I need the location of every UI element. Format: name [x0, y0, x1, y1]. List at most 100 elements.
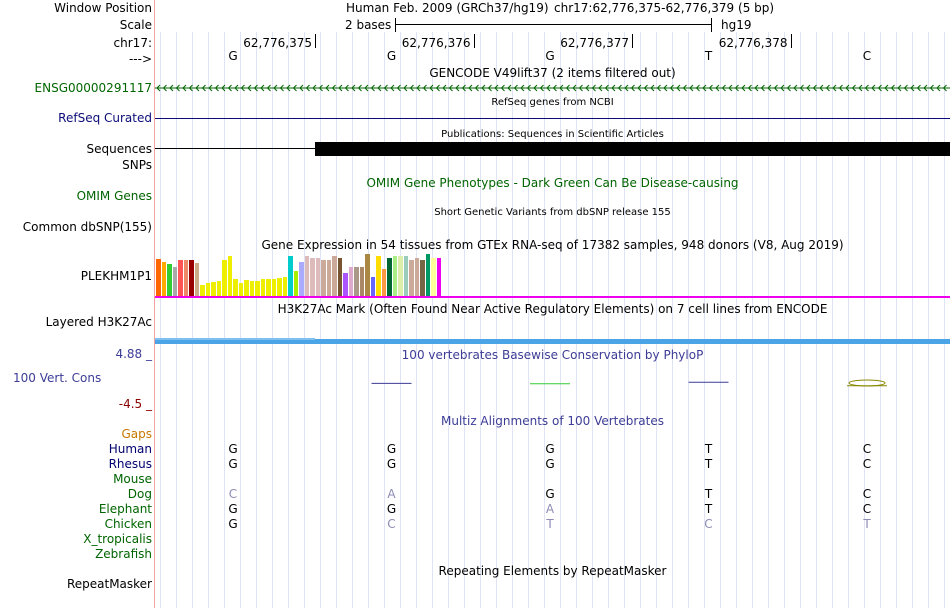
aligned-base: G	[386, 502, 397, 516]
gtex-tissue-bar[interactable]	[266, 279, 271, 296]
gtex-tissue-bar[interactable]	[222, 260, 227, 296]
gtex-tissue-bar[interactable]	[315, 258, 321, 296]
cons-signal[interactable]	[155, 360, 950, 412]
refseq-gene-line[interactable]	[155, 118, 950, 119]
gtex-tissue-bar[interactable]	[244, 280, 249, 296]
gtex-tissue-bar[interactable]	[288, 256, 293, 296]
assembly-label: Human Feb. 2009 (GRCh37/hg19)	[346, 1, 549, 15]
gtex-tissue-bar[interactable]	[392, 256, 398, 296]
h3k27ac-track-label[interactable]: Layered H3K27Ac	[46, 315, 152, 329]
dna-base: G	[386, 49, 397, 63]
aligned-base: G	[386, 457, 397, 471]
gtex-tissue-bar[interactable]	[343, 273, 348, 296]
gtex-tissue-bar[interactable]	[167, 264, 172, 296]
gtex-tissue-bar[interactable]	[425, 254, 431, 296]
gtex-track-label[interactable]: PLEKHM1P1	[81, 269, 152, 283]
gtex-tissue-bar[interactable]	[282, 277, 288, 296]
aligned-base: C	[704, 517, 713, 531]
gtex-tissue-bar[interactable]	[436, 258, 442, 296]
track-image[interactable]: Human Feb. 2009 (GRCh37/hg19) chr17:62,7…	[155, 0, 950, 608]
gtex-tissue-bar[interactable]	[161, 262, 167, 296]
gtex-tissue-bar[interactable]	[332, 256, 337, 296]
gtex-tissue-bar[interactable]	[326, 260, 332, 296]
gtex-tissue-bar[interactable]	[233, 279, 238, 296]
gtex-tissue-bar[interactable]	[200, 285, 205, 296]
gencode-track-label[interactable]: ENSG00000291117	[35, 81, 152, 95]
ruler-tick	[790, 34, 792, 48]
gtex-tissue-bar[interactable]	[354, 267, 359, 296]
gtex-tissue-bar[interactable]	[359, 267, 365, 296]
aligned-base: A	[387, 487, 396, 501]
gencode-gene-feature[interactable]	[155, 82, 950, 94]
aligned-base: T	[546, 517, 554, 531]
publications-track-label[interactable]: Sequences	[87, 142, 152, 156]
gtex-tissue-bar[interactable]	[304, 256, 310, 296]
aligned-base: G	[545, 442, 555, 456]
gtex-tissue-bar[interactable]	[414, 258, 420, 296]
gtex-tissue-bar[interactable]	[277, 278, 282, 296]
cons-max-label: 4.88 _	[115, 347, 152, 361]
gtex-tissue-bar[interactable]	[178, 260, 183, 296]
refseq-track-title: RefSeq genes from NCBI	[491, 97, 614, 108]
gtex-tissue-bar[interactable]	[381, 269, 387, 296]
aligned-base: G	[386, 442, 397, 456]
gencode-track-title: GENCODE V49lift37 (2 items filtered out)	[429, 66, 676, 80]
species-label: Dog	[127, 487, 152, 501]
publication-intron-line[interactable]	[155, 148, 315, 149]
cons-min-label: -4.5 _	[118, 397, 152, 411]
ruler-coordinate: 62,776,376	[401, 36, 471, 50]
gtex-tissue-bar[interactable]	[299, 262, 304, 296]
gtex-tissue-bar[interactable]	[183, 260, 189, 296]
gtex-tissue-bar[interactable]	[293, 271, 299, 296]
dbsnp-track-label[interactable]: Common dbSNP(155)	[23, 220, 152, 234]
species-label: Mouse	[113, 472, 152, 486]
snps-track-label[interactable]: SNPs	[122, 158, 152, 172]
ruler-tick	[473, 34, 475, 48]
publications-track-title: Publications: Sequences in Scientific Ar…	[441, 129, 664, 140]
publication-sequence-block[interactable]	[315, 142, 950, 156]
gtex-tissue-bar[interactable]	[398, 256, 403, 296]
scale-bar-left-tick	[395, 18, 396, 32]
aligned-base: C	[387, 517, 396, 531]
gtex-tissue-bar[interactable]	[227, 256, 233, 296]
gtex-tissue-bar[interactable]	[365, 254, 370, 296]
species-label: X_tropicalis	[83, 532, 152, 546]
gtex-tissue-bar[interactable]	[376, 256, 381, 296]
gtex-tissue-bar[interactable]	[310, 258, 315, 296]
aligned-base: T	[863, 517, 871, 531]
dna-base: G	[228, 49, 238, 63]
gtex-tissue-bar[interactable]	[194, 263, 200, 296]
scale-bar	[395, 24, 712, 25]
gtex-tissue-bar[interactable]	[172, 267, 178, 296]
gtex-tissue-bar[interactable]	[211, 282, 216, 296]
gtex-tissue-bar[interactable]	[387, 258, 392, 296]
gtex-tissue-bar[interactable]	[409, 260, 414, 296]
gtex-tissue-bar[interactable]	[271, 279, 277, 296]
chr-label: chr17:	[113, 36, 152, 50]
aligned-base: T	[704, 457, 713, 471]
aligned-base: T	[704, 487, 713, 501]
gtex-tissue-bar[interactable]	[189, 260, 194, 296]
gtex-tissue-bar[interactable]	[260, 279, 266, 296]
gtex-tissue-bar[interactable]	[238, 283, 244, 296]
dna-base: T	[704, 49, 713, 63]
refseq-track-label[interactable]: RefSeq Curated	[58, 111, 152, 125]
gtex-tissue-bar[interactable]	[255, 281, 260, 296]
gtex-tissue-bar[interactable]	[216, 281, 222, 296]
gtex-tissue-bar[interactable]	[370, 277, 376, 296]
repeatmasker-track-title: Repeating Elements by RepeatMasker	[438, 564, 667, 578]
cons-track-label[interactable]: 100 Vert. Cons	[13, 371, 101, 385]
gtex-tissue-bar[interactable]	[321, 260, 326, 296]
gtex-bar-chart[interactable]	[155, 254, 950, 298]
gtex-tissue-bar[interactable]	[420, 260, 425, 296]
gtex-tissue-bar[interactable]	[403, 256, 409, 296]
gtex-tissue-bar[interactable]	[205, 283, 211, 296]
gtex-tissue-bar[interactable]	[156, 259, 161, 296]
repeatmasker-track-label[interactable]: RepeatMasker	[67, 577, 152, 591]
gtex-tissue-bar[interactable]	[348, 267, 354, 296]
gtex-tissue-bar[interactable]	[337, 258, 343, 296]
species-label: Rhesus	[108, 457, 152, 471]
gtex-tissue-bar[interactable]	[431, 258, 436, 296]
gtex-tissue-bar[interactable]	[249, 281, 255, 296]
omim-track-label[interactable]: OMIM Genes	[77, 189, 152, 203]
